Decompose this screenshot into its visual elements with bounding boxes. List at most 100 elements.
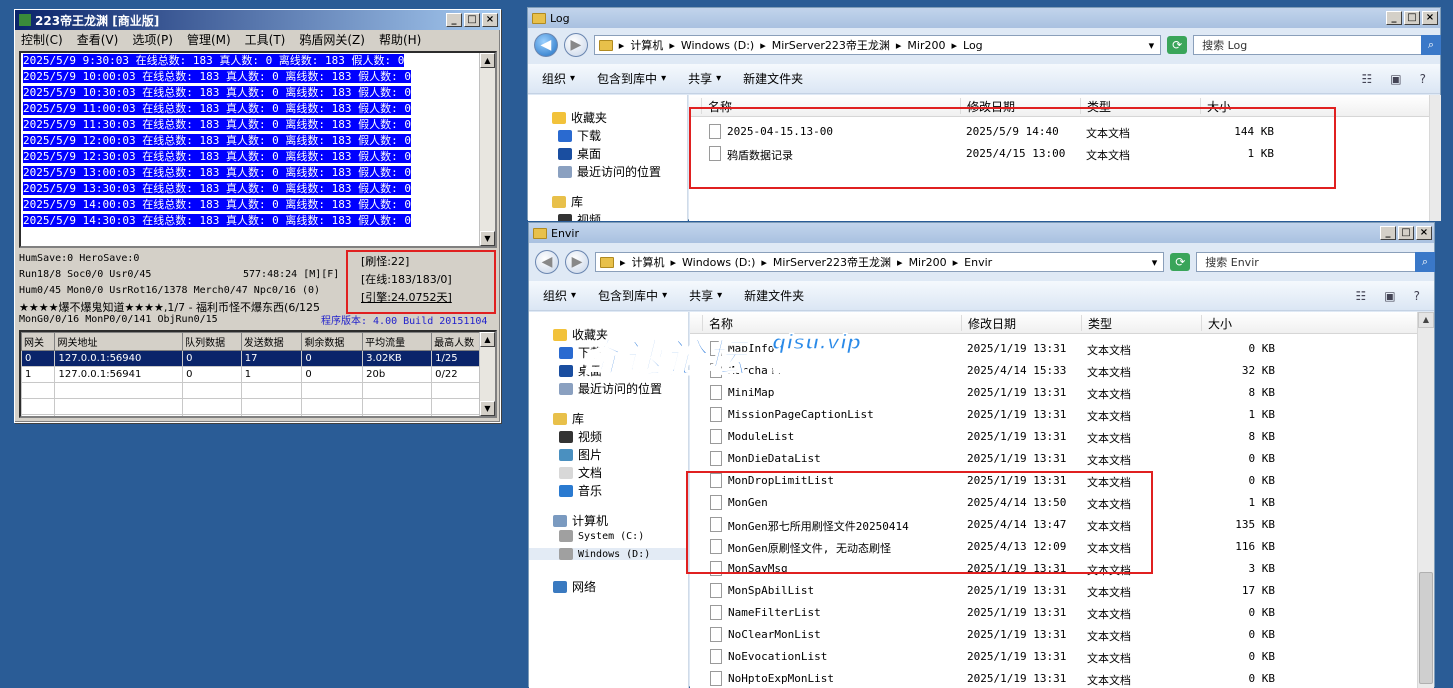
breadcrumb-item[interactable]: Log [963, 39, 983, 52]
file-row[interactable]: NoEvocationList 2025/1/19 13:31 文本文档 0 KB [690, 646, 1417, 668]
search-icon[interactable]: ⌕ [1420, 35, 1441, 55]
breadcrumb-arrow-icon[interactable]: ▸ [897, 256, 903, 269]
nav-item[interactable]: 文档 [559, 464, 602, 481]
toolbar-button[interactable]: 新建文件夹 [744, 287, 804, 304]
table-row[interactable]: 0 127.0.0.1:56940 0 17 0 3.02KB 1/25 [21, 350, 495, 367]
nav-item[interactable]: System (C:) [559, 530, 644, 542]
toolbar-button[interactable]: 组织 [542, 70, 566, 87]
chevron-down-icon[interactable]: ▾ [1152, 256, 1158, 269]
minimize-icon[interactable]: _ [1386, 11, 1402, 25]
log-scrollbar[interactable]: ▲ ▼ [479, 53, 495, 246]
scroll-down-icon[interactable]: ▼ [480, 231, 495, 246]
file-row[interactable]: NoHptoExpMonList 2025/1/19 13:31 文本文档 0 KB [690, 668, 1417, 688]
menu-item[interactable]: 选项(P) [132, 31, 173, 48]
breadcrumb-item[interactable]: Mir200 [907, 39, 945, 52]
breadcrumb-arrow-icon[interactable]: ▸ [761, 256, 767, 269]
toolbar-button[interactable]: 组织 [543, 287, 567, 304]
breadcrumb-item[interactable]: Windows (D:) [682, 256, 755, 269]
nav-item[interactable]: 视频 [558, 211, 601, 221]
toolbar-button[interactable]: 包含到库中 [598, 287, 658, 304]
nav-item[interactable]: 收藏夹 [552, 109, 607, 126]
envir-address-bar[interactable]: ▸ 计算机 ▸ Windows (D:) ▸ MirServer223帝王龙渊 ▸ Mir20… [594, 252, 1165, 272]
chevron-down-icon[interactable]: ▾ [570, 73, 575, 84]
breadcrumb-arrow-icon[interactable]: ▸ [670, 256, 676, 269]
chevron-down-icon[interactable]: ▾ [717, 290, 722, 301]
file-row[interactable]: NoClearMonList 2025/1/19 13:31 文本文档 0 KB [690, 624, 1417, 646]
breadcrumb-arrow-icon[interactable]: ▸ [760, 39, 766, 52]
nav-item[interactable]: 音乐 [559, 482, 602, 499]
forward-arrow-icon[interactable]: ▶ [564, 250, 589, 274]
log-address-bar[interactable]: ▸ 计算机 ▸ Windows (D:) ▸ MirServer223帝王龙渊 ▸ Mir20… [593, 35, 1162, 55]
scroll-up-icon[interactable]: ▲ [480, 53, 495, 68]
column-header[interactable]: 网关地址 [54, 332, 184, 351]
refresh-icon[interactable]: ⟳ [1167, 36, 1188, 54]
menu-item[interactable]: 查看(V) [77, 31, 119, 48]
nav-item[interactable]: 图片 [559, 446, 602, 463]
gateway-table[interactable]: 网关 网关地址 队列数据 发送数据 剩余数据 平均流量 最高人数 0 127.0.0.1:56… [19, 330, 497, 418]
toolbar-button[interactable]: 新建文件夹 [743, 70, 803, 87]
envir-vertical-scrollbar[interactable]: ▲ [1417, 312, 1434, 688]
forward-arrow-icon[interactable]: ▶ [563, 33, 588, 57]
breadcrumb-arrow-icon[interactable]: ▸ [896, 39, 902, 52]
log-vertical-scrollbar[interactable] [1429, 95, 1441, 221]
preview-pane-icon[interactable]: ▣ [1390, 72, 1401, 86]
breadcrumb-arrow-icon[interactable]: ▸ [669, 39, 675, 52]
column-header[interactable]: 大小 [1201, 315, 1232, 331]
close-icon[interactable]: × [1422, 11, 1438, 25]
menu-item[interactable]: 鸦盾网关(Z) [299, 31, 365, 48]
chevron-down-icon[interactable]: ▾ [1149, 39, 1155, 52]
nav-item[interactable]: 桌面 [558, 145, 601, 162]
file-row[interactable]: ModuleList 2025/1/19 13:31 文本文档 8 KB [690, 426, 1417, 448]
column-header[interactable]: 剩余数据 [301, 332, 364, 351]
breadcrumb-arrow-icon[interactable]: ▸ [619, 39, 625, 52]
nav-item[interactable]: 库 [553, 410, 584, 427]
breadcrumb-item[interactable]: 计算机 [630, 37, 663, 53]
column-header[interactable]: 修改日期 [961, 315, 1016, 331]
preview-pane-icon[interactable]: ▣ [1384, 289, 1395, 303]
breadcrumb-item[interactable]: 计算机 [631, 254, 664, 270]
maximize-icon[interactable]: □ [1404, 11, 1420, 25]
column-header[interactable]: 类型 [1081, 315, 1112, 331]
toolbar-button[interactable]: 包含到库中 [597, 70, 657, 87]
log-search-input[interactable]: 搜索 Log ⌕ [1193, 35, 1441, 55]
view-options-icon[interactable]: ☷ [1356, 289, 1367, 303]
file-row[interactable]: MiniMap 2025/1/19 13:31 文本文档 8 KB [690, 382, 1417, 404]
nav-item[interactable]: 库 [552, 193, 583, 210]
toolbar-button[interactable]: 共享 [689, 287, 713, 304]
breadcrumb-item[interactable]: Envir [964, 256, 992, 269]
toolbar-button[interactable]: 共享 [688, 70, 712, 87]
file-row[interactable]: NameFilterList 2025/1/19 13:31 文本文档 0 KB [690, 602, 1417, 624]
breadcrumb-arrow-icon[interactable]: ▸ [953, 256, 959, 269]
log-nav-pane[interactable]: 收藏夹 下载 桌面 最近访问的位置库视频 [528, 95, 688, 221]
chevron-down-icon[interactable]: ▾ [661, 73, 666, 84]
view-options-icon[interactable]: ☷ [1362, 72, 1373, 86]
scroll-thumb[interactable] [1419, 572, 1433, 684]
breadcrumb-arrow-icon[interactable]: ▸ [620, 256, 626, 269]
breadcrumb-item[interactable]: Mir200 [909, 256, 947, 269]
scroll-up-icon[interactable]: ▲ [480, 332, 495, 347]
refresh-icon[interactable]: ⟳ [1170, 253, 1191, 271]
menu-item[interactable]: 控制(C) [21, 31, 63, 48]
minimize-icon[interactable]: _ [446, 13, 462, 27]
breadcrumb-item[interactable]: Windows (D:) [681, 39, 754, 52]
back-arrow-icon[interactable]: ◀ [535, 250, 559, 274]
chevron-down-icon[interactable]: ▾ [716, 73, 721, 84]
scroll-up-icon[interactable]: ▲ [1418, 312, 1434, 328]
column-header[interactable]: 网关 [21, 332, 56, 351]
column-header[interactable]: 平均流量 [362, 332, 433, 351]
menu-item[interactable]: 管理(M) [187, 31, 231, 48]
file-row[interactable]: MonDieDataList 2025/1/19 13:31 文本文档 0 KB [690, 448, 1417, 470]
log-titlebar[interactable]: Log _ □ × [528, 8, 1440, 28]
nav-item[interactable]: 下载 [558, 127, 601, 144]
table-row[interactable]: 1 127.0.0.1:56941 0 1 0 20b 0/22 [21, 366, 495, 383]
chevron-down-icon[interactable]: ▾ [571, 290, 576, 301]
nav-item[interactable]: 视频 [559, 428, 602, 445]
search-icon[interactable]: ⌕ [1415, 252, 1435, 272]
help-icon[interactable]: ? [1414, 289, 1420, 303]
close-icon[interactable]: × [482, 13, 498, 27]
envir-search-input[interactable]: 搜索 Envir ⌕ [1196, 252, 1435, 272]
breadcrumb-item[interactable]: MirServer223帝王龙渊 [773, 254, 891, 270]
file-row[interactable]: MissionPageCaptionList 2025/1/19 13:31 文本文… [690, 404, 1417, 426]
nav-item[interactable]: 计算机 [553, 512, 608, 529]
back-arrow-icon[interactable]: ◀ [534, 33, 558, 57]
